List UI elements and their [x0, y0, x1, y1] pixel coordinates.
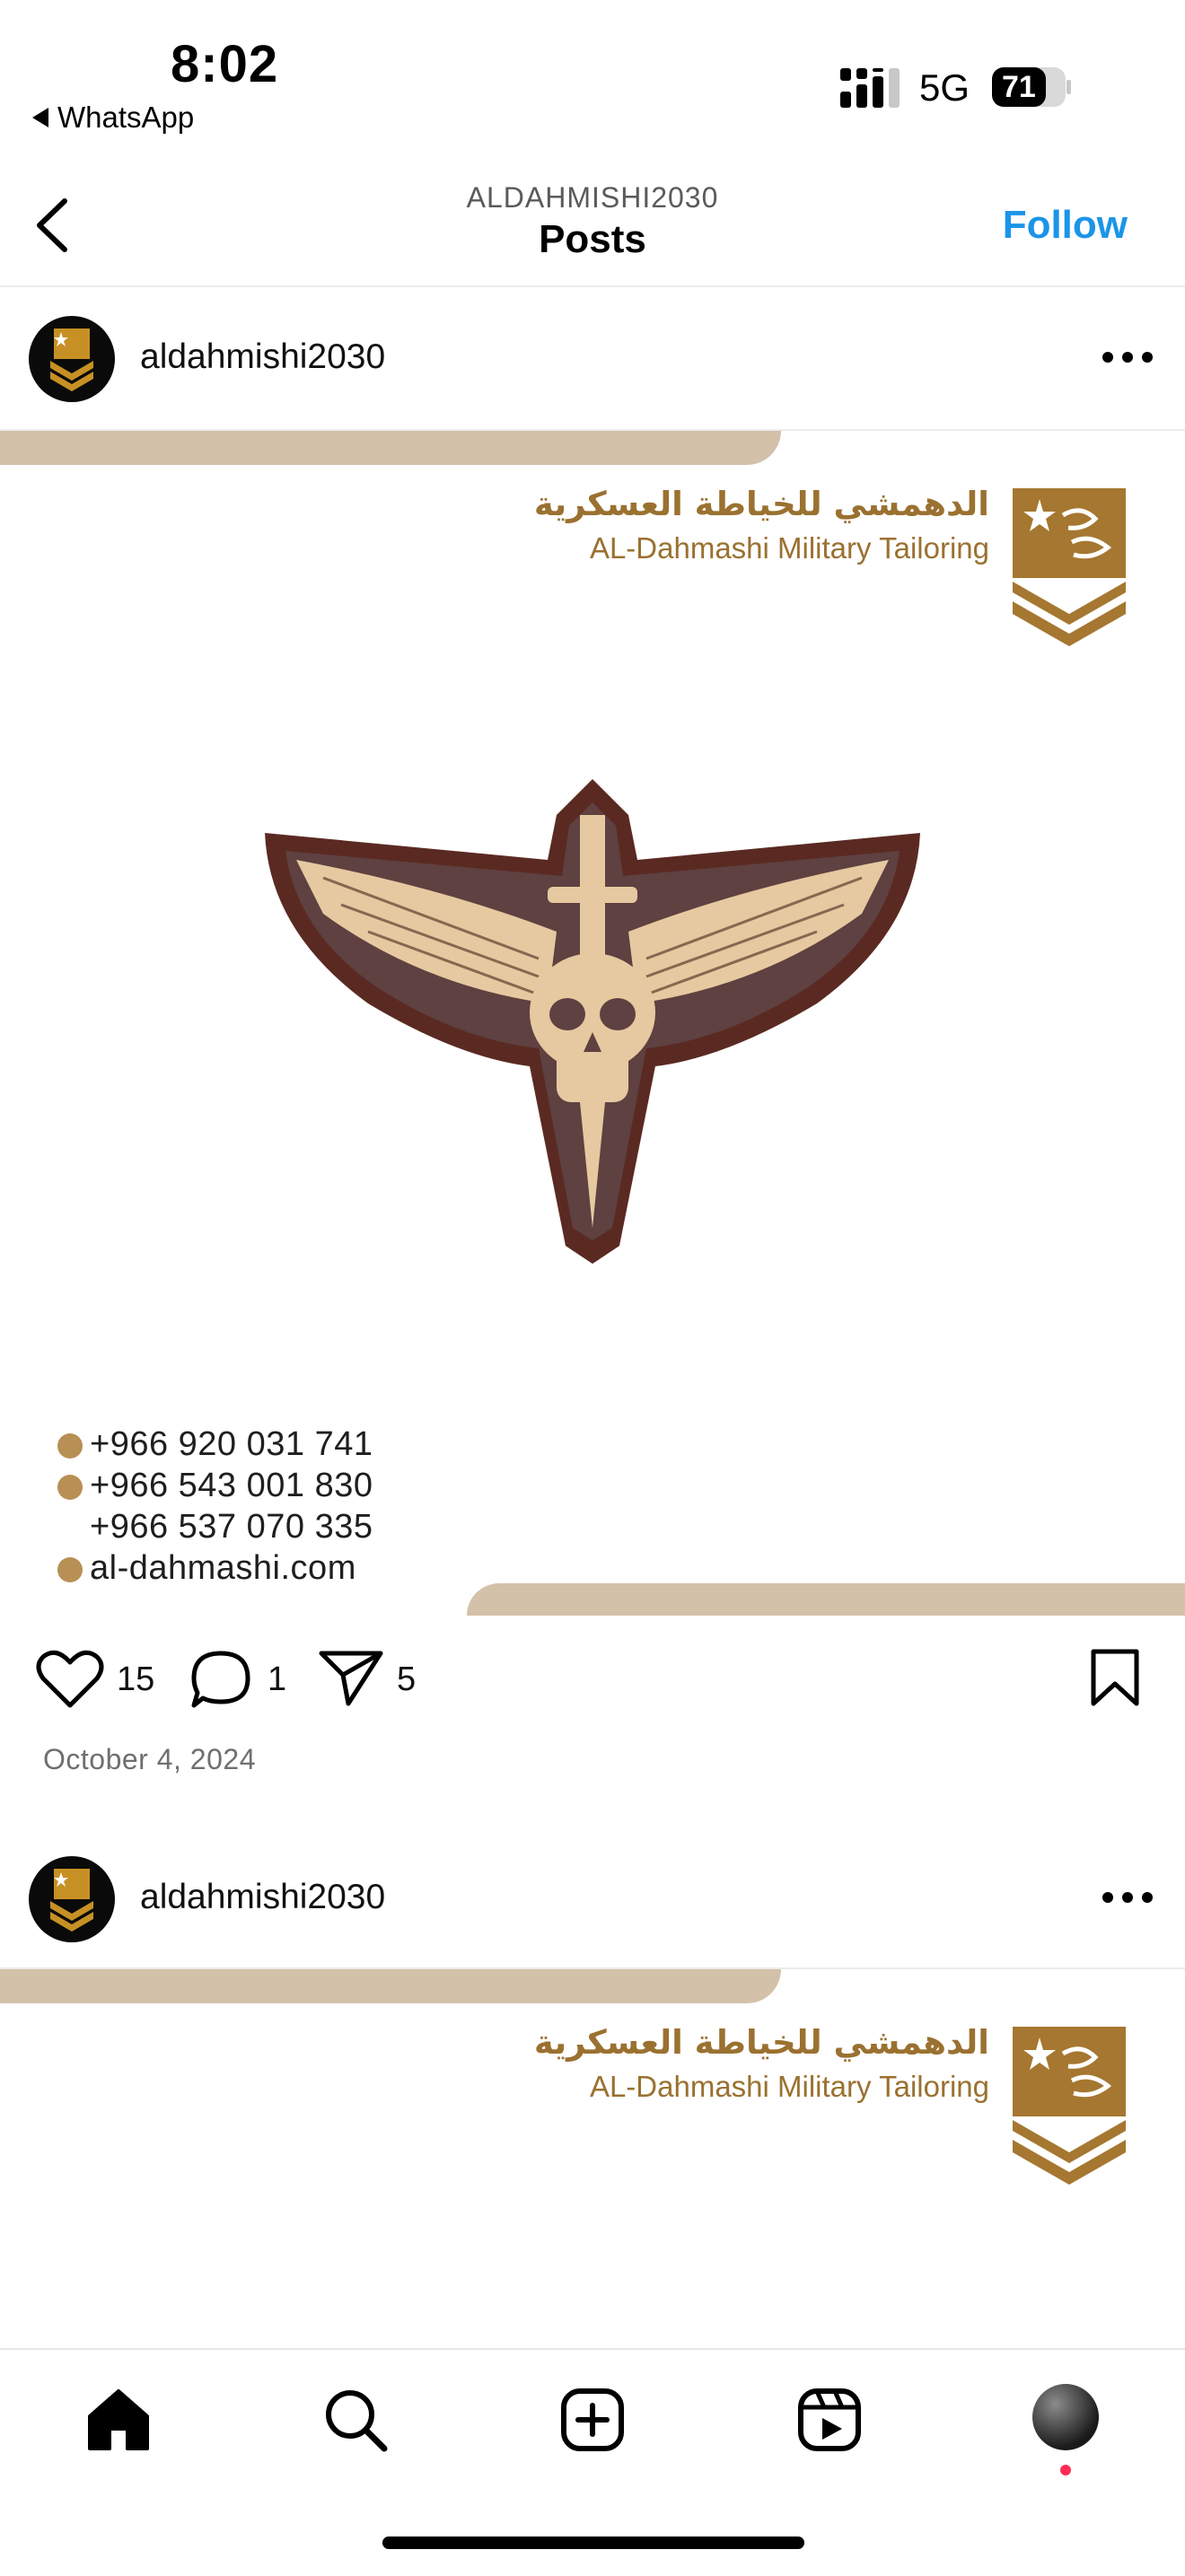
contact-phone-1: +966 920 031 741: [57, 1425, 373, 1464]
post-avatar[interactable]: [29, 1856, 115, 1942]
reels-icon[interactable]: [795, 2386, 864, 2454]
post-date: October 4, 2024: [43, 1743, 256, 1775]
decor-band-bottom: [467, 1583, 1185, 1616]
contact-website: al-dahmashi.com: [57, 1549, 356, 1588]
notification-dot: [1060, 2465, 1071, 2475]
status-time: 8:02: [171, 35, 279, 93]
share-send-icon[interactable]: [318, 1648, 384, 1707]
globe-icon: [57, 1556, 83, 1582]
contact-phone-3: +966 537 070 335: [90, 1508, 373, 1546]
back-triangle-icon: [32, 108, 48, 127]
winged-skull-patch-image: [265, 779, 920, 1264]
back-app-label: WhatsApp: [57, 101, 195, 134]
brand-arabic: الدهمشي للخياطة العسكرية: [533, 485, 989, 523]
profile-avatar[interactable]: [1032, 2384, 1099, 2450]
more-options-icon[interactable]: [1101, 350, 1154, 364]
bookmark-icon[interactable]: [1090, 1648, 1140, 1707]
brand-english: AL-Dahmashi Military Tailoring: [589, 2070, 989, 2103]
comment-icon[interactable]: [189, 1648, 253, 1711]
comment-count[interactable]: 1: [268, 1660, 286, 1699]
signal-icon: [840, 68, 900, 108]
share-count[interactable]: 5: [397, 1660, 416, 1699]
like-count[interactable]: 15: [117, 1660, 154, 1699]
like-heart-icon[interactable]: [36, 1648, 104, 1709]
post-username[interactable]: aldahmishi2030: [140, 337, 385, 377]
network-type: 5G: [919, 66, 970, 109]
brand-arabic: الدهمشي للخياطة العسكرية: [533, 2023, 989, 2062]
whatsapp-icon: [57, 1474, 83, 1500]
battery-level: 71: [1002, 70, 1036, 104]
follow-button[interactable]: Follow: [1003, 203, 1128, 248]
create-icon[interactable]: [558, 2386, 627, 2454]
more-options-icon[interactable]: [1101, 1890, 1154, 1905]
brand-logo-icon: [1013, 488, 1126, 646]
decor-band-top: [0, 431, 781, 465]
phone-icon: [57, 1433, 83, 1459]
post-avatar[interactable]: [29, 316, 115, 402]
battery-icon: 71: [991, 66, 1072, 108]
post-image[interactable]: الدهمشي للخياطة العسكرية AL-Dahmashi Mil…: [0, 431, 1185, 1616]
brand-english: AL-Dahmashi Military Tailoring: [589, 531, 989, 565]
brand-logo-icon: [1013, 2027, 1126, 2185]
chevron-logo-icon: [50, 329, 93, 391]
search-icon[interactable]: [321, 2386, 390, 2454]
home-indicator: [382, 2537, 804, 2549]
header-divider: [0, 285, 1185, 287]
contact-phone-2: +966 543 001 830: [57, 1467, 373, 1505]
chevron-logo-icon: [50, 1869, 93, 1932]
home-icon[interactable]: [84, 2386, 153, 2454]
post-username[interactable]: aldahmishi2030: [140, 1878, 385, 1917]
decor-band-top: [0, 1969, 781, 2003]
back-to-app-link[interactable]: WhatsApp: [32, 101, 194, 135]
post-image[interactable]: الدهمشي للخياطة العسكرية AL-Dahmashi Mil…: [0, 1969, 1185, 2346]
